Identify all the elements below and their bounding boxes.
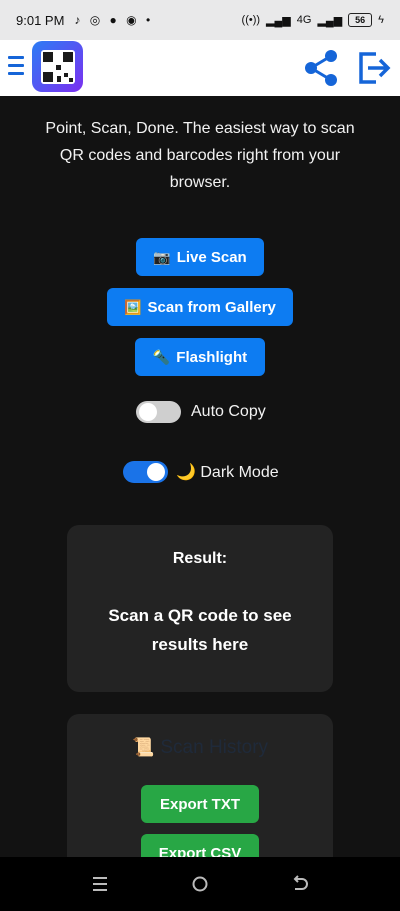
tagline: Point, Scan, Done. The easiest way to sc… <box>45 120 355 191</box>
qr-logo-icon <box>40 49 75 84</box>
auto-copy-toggle[interactable] <box>136 401 181 423</box>
live-scan-button[interactable]: 📷 Live Scan <box>136 238 264 276</box>
live-scan-label: Live Scan <box>176 248 247 266</box>
exit-icon[interactable] <box>356 50 392 86</box>
result-card: Result: Scan a QR code to see results he… <box>67 525 333 692</box>
battery-icon: 56 <box>348 13 373 27</box>
hotspot-icon: ((•)) <box>241 14 261 26</box>
notification-icons: ♪ ◎ ● ◉ • <box>74 13 154 27</box>
system-nav-bar <box>0 857 400 911</box>
scroll-icon: 📜 <box>131 737 155 757</box>
network-type: 4G <box>296 14 312 26</box>
dark-mode-row: 🌙 Dark Mode <box>123 461 279 483</box>
result-text: Scan a QR code to see results here <box>108 606 292 654</box>
app-header <box>0 40 400 96</box>
dark-mode-toggle[interactable] <box>123 461 168 483</box>
camera-icon: 📷 <box>153 248 171 265</box>
charging-icon: ϟ <box>378 14 384 26</box>
flashlight-label: Flashlight <box>176 348 248 366</box>
scan-from-gallery-label: Scan from Gallery <box>147 298 276 316</box>
dark-mode-label: 🌙 Dark Mode <box>176 464 279 481</box>
home-icon[interactable] <box>190 874 210 894</box>
app-logo[interactable] <box>32 41 83 92</box>
result-title: Result: <box>172 550 228 567</box>
back-icon[interactable] <box>290 874 310 894</box>
export-txt-button[interactable]: Export TXT <box>141 785 259 823</box>
scan-history-title: 📜 Scan History <box>131 737 269 758</box>
status-time: 9:01 PM <box>16 12 65 28</box>
recents-icon[interactable] <box>90 874 110 894</box>
status-bar: 9:01 PM ♪ ◎ ● ◉ • ((•)) ▂▄▆ 4G ▂▄▆ 56 ϟ <box>0 0 400 40</box>
share-icon[interactable] <box>300 47 342 89</box>
flashlight-icon: 🔦 <box>152 348 171 365</box>
signal-icon-2: ▂▄▆ <box>317 14 343 27</box>
scan-from-gallery-button[interactable]: 🖼️ Scan from Gallery <box>107 288 293 326</box>
status-right: ((•)) ▂▄▆ 4G ▂▄▆ 56 ϟ <box>242 13 384 27</box>
auto-copy-row: Auto Copy <box>136 401 266 423</box>
picture-icon: 🖼️ <box>124 298 142 315</box>
flashlight-button[interactable]: 🔦 Flashlight <box>135 338 265 376</box>
hamburger-menu-icon[interactable] <box>8 56 24 78</box>
auto-copy-label: Auto Copy <box>191 403 266 420</box>
signal-icon: ▂▄▆ <box>266 14 291 27</box>
moon-icon: 🌙 <box>176 464 196 481</box>
scan-history-card: 📜 Scan History Export TXT Export CSV <box>67 714 333 874</box>
